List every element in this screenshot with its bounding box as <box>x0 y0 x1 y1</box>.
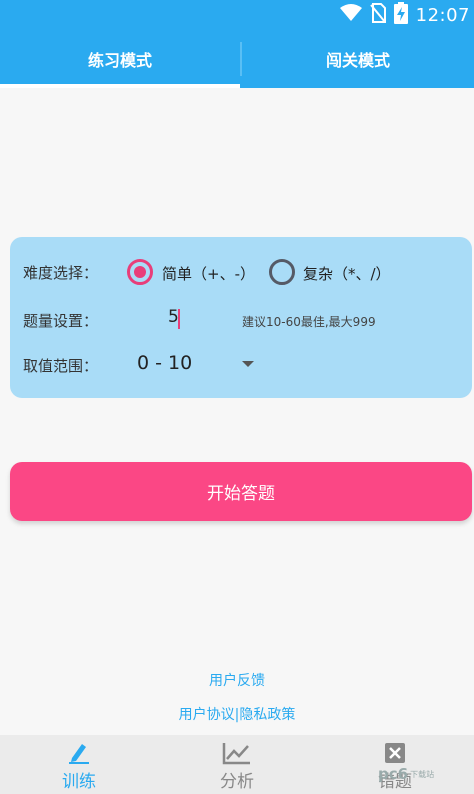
policy-link[interactable]: 用户协议|隐私政策 <box>0 704 474 724</box>
radio-simple[interactable] <box>127 259 153 285</box>
watermark-logo: pc6 下载站 <box>378 758 468 790</box>
nav-label-analysis: 分析 <box>220 772 254 792</box>
battery-charging-icon <box>393 2 408 28</box>
settings-panel: 难度选择： 简单（+、-） 复杂（*、/） 题量设置： 5 建议10-60最佳,… <box>10 237 472 398</box>
nav-item-analysis[interactable]: 分析 <box>158 735 316 794</box>
radio-complex-label[interactable]: 复杂（*、/） <box>303 263 391 284</box>
range-select[interactable]: 0 - 10 <box>137 352 192 374</box>
quantity-label: 题量设置： <box>23 312 99 330</box>
chart-icon <box>222 741 252 765</box>
tab-challenge-mode[interactable]: 闯关模式 <box>242 30 474 88</box>
nav-label-train: 训练 <box>62 772 96 792</box>
tab-practice-mode[interactable]: 练习模式 <box>0 30 240 88</box>
nav-item-train[interactable]: 训练 <box>0 735 158 794</box>
feedback-link[interactable]: 用户反馈 <box>0 670 474 690</box>
wifi-icon <box>339 4 362 26</box>
radio-simple-label[interactable]: 简单（+、-） <box>162 263 255 284</box>
range-label: 取值范围： <box>23 357 99 375</box>
status-icons: 12:07 <box>339 2 470 28</box>
mode-tabbar: 练习模式 闯关模式 <box>0 30 474 88</box>
status-bar: 12:07 <box>0 0 474 30</box>
quantity-hint: 建议10-60最佳,最大999 <box>242 315 376 329</box>
watermark-text: pc6 <box>378 765 409 783</box>
pencil-icon <box>64 741 94 765</box>
active-tab-indicator <box>0 84 240 88</box>
text-caret <box>178 309 180 329</box>
start-quiz-button[interactable]: 开始答题 <box>10 462 472 521</box>
dropdown-arrow-icon[interactable] <box>242 361 254 367</box>
radio-complex[interactable] <box>269 259 295 285</box>
status-time: 12:07 <box>415 4 470 26</box>
quantity-input[interactable]: 5 <box>165 307 215 331</box>
no-sim-icon <box>369 3 386 27</box>
watermark-sub: 下载站 <box>410 769 435 779</box>
difficulty-label: 难度选择： <box>23 264 99 282</box>
